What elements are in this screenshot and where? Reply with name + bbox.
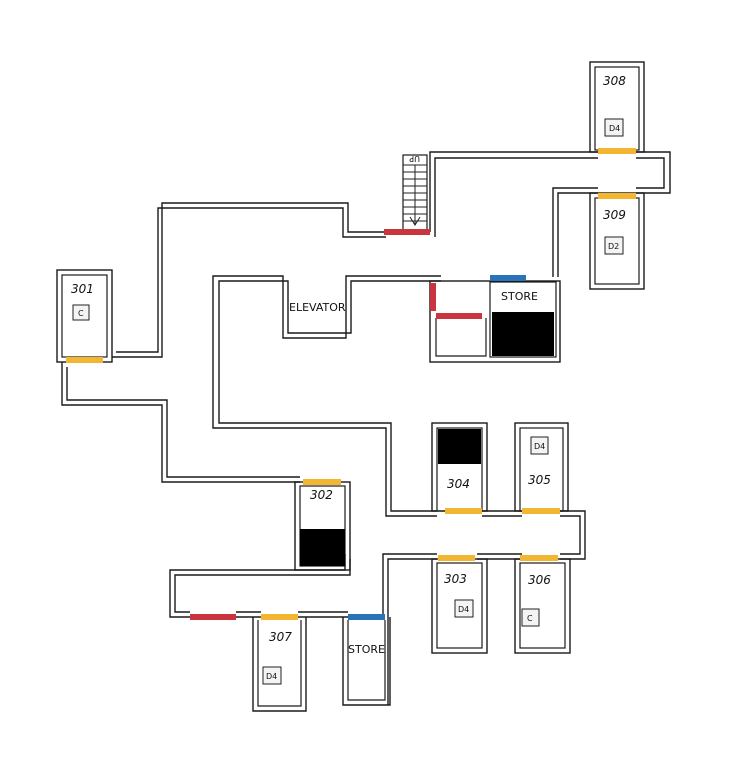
stairs[interactable]: UP: [384, 154, 430, 235]
room-304-number: 304: [447, 477, 470, 491]
room-309-tag: D2: [608, 242, 619, 251]
room-303-number: 303: [444, 572, 467, 586]
room-305[interactable]: D4 305: [514, 422, 569, 514]
lower-store-label: STORE: [348, 643, 385, 656]
upper-store-door[interactable]: [490, 275, 526, 281]
room-304[interactable]: 304: [431, 422, 488, 514]
side-room-door-vertical[interactable]: [430, 283, 436, 311]
room-301-number: 301: [71, 282, 94, 296]
room-304-blocked: [438, 429, 481, 464]
room-303-tag: D4: [458, 605, 469, 614]
room-309[interactable]: 309 D2: [589, 192, 645, 290]
room-306[interactable]: 306 C: [514, 555, 571, 654]
room-308-tag: D4: [609, 124, 620, 133]
room-307-tag: D4: [266, 672, 277, 681]
room-304-door[interactable]: [445, 508, 482, 514]
room-305-tag: D4: [534, 442, 545, 451]
room-303-door[interactable]: [438, 555, 475, 561]
room-303[interactable]: 303 D4: [431, 555, 488, 654]
room-308-door[interactable]: [598, 148, 636, 154]
room-302[interactable]: 302: [294, 479, 351, 571]
lower-store-door[interactable]: [348, 614, 385, 620]
room-309-door[interactable]: [598, 193, 636, 199]
room-302-blocked: [300, 529, 345, 566]
room-306-tag: C: [527, 614, 533, 623]
room-301-door[interactable]: [66, 357, 103, 363]
stairs-label: UP: [409, 154, 420, 163]
room-301[interactable]: 301 C: [56, 269, 113, 363]
room-306-number: 306: [528, 573, 551, 587]
upper-store-area[interactable]: STORE: [429, 275, 561, 363]
room-307-number: 307: [269, 630, 292, 644]
room-305-number: 305: [528, 473, 551, 487]
room-307[interactable]: 307 D4: [252, 614, 307, 712]
room-307-door[interactable]: [261, 614, 298, 620]
elevator-label: ELEVATOR: [289, 301, 346, 314]
room-301-tag: C: [78, 309, 84, 318]
stairs-door[interactable]: [384, 229, 430, 235]
lower-store[interactable]: STORE: [342, 614, 391, 706]
room-306-door[interactable]: [520, 555, 558, 561]
room-309-number: 309: [603, 208, 626, 222]
room-308[interactable]: 308 D4: [589, 61, 645, 154]
upper-store-label: STORE: [501, 290, 538, 303]
corridor-walls: [61, 151, 671, 705]
floor-map: 301 C 308 D4 309 D2 UP ELEVATOR STORE 30…: [56, 61, 671, 712]
corridor-door-red-lower[interactable]: [190, 614, 236, 620]
room-305-door[interactable]: [522, 508, 560, 514]
side-room-door-horizontal[interactable]: [436, 313, 482, 319]
room-302-number: 302: [310, 488, 333, 502]
room-308-number: 308: [603, 74, 626, 88]
upper-store-blocked: [492, 312, 554, 356]
room-302-door[interactable]: [303, 479, 341, 485]
